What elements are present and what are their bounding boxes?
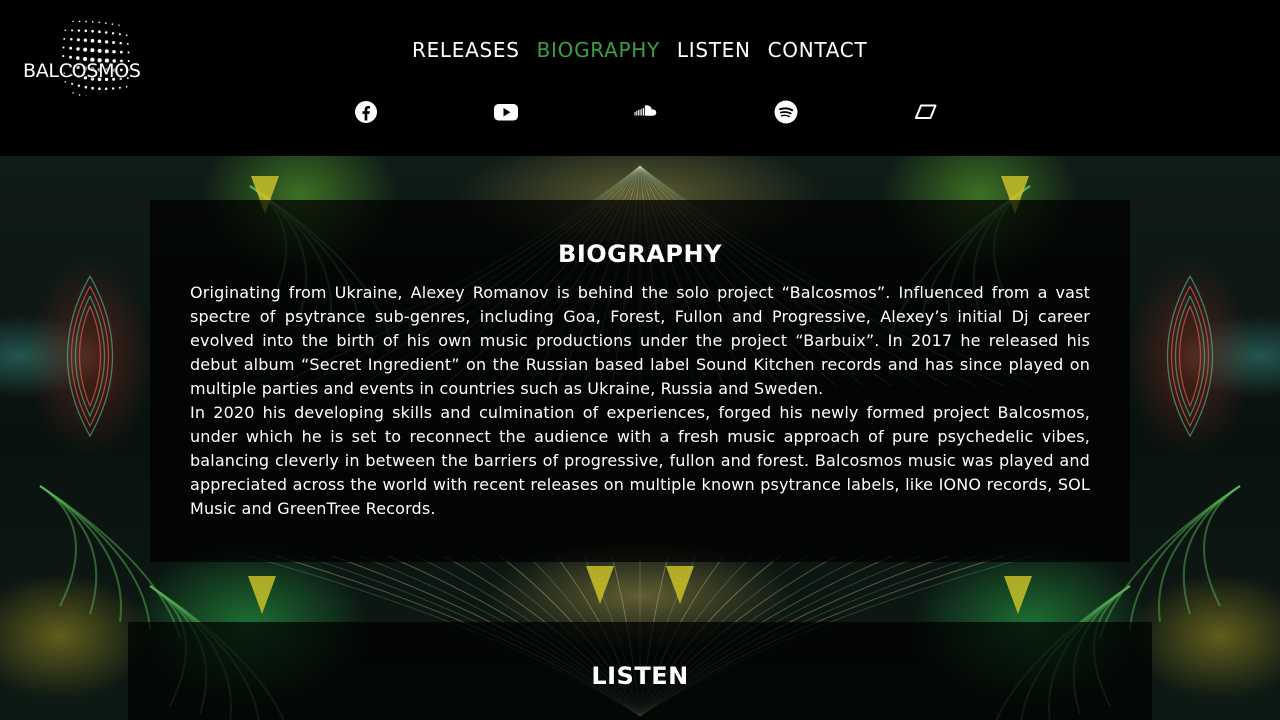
biography-paragraph: In 2020 his developing skills and culmin… (190, 403, 1090, 518)
nav-listen[interactable]: LISTEN (677, 37, 751, 63)
soundcloud-icon[interactable] (633, 99, 659, 125)
biography-heading: BIOGRAPHY (558, 240, 722, 268)
social-links (0, 99, 1280, 127)
logo-text: BALCOSMOS (23, 60, 141, 82)
site-header: BALCOSMOS RELEASES BIOGRAPHY LISTEN CONT… (0, 0, 1280, 156)
main-nav: RELEASES BIOGRAPHY LISTEN CONTACT (412, 37, 884, 63)
biography-text: Originating from Ukraine, Alexey Romanov… (190, 281, 1090, 521)
biography-paragraph: Originating from Ukraine, Alexey Romanov… (190, 283, 1090, 398)
nav-contact[interactable]: CONTACT (768, 37, 868, 63)
beatport-icon[interactable] (913, 99, 939, 125)
listen-heading: LISTEN (591, 662, 689, 690)
logo[interactable]: BALCOSMOS (22, 16, 148, 96)
youtube-icon[interactable] (493, 99, 519, 125)
facebook-icon[interactable] (353, 99, 379, 125)
spotify-icon[interactable] (773, 99, 799, 125)
nav-releases[interactable]: RELEASES (412, 37, 520, 63)
logo-dot-sphere-icon (62, 20, 130, 96)
nav-biography[interactable]: BIOGRAPHY (537, 37, 660, 63)
